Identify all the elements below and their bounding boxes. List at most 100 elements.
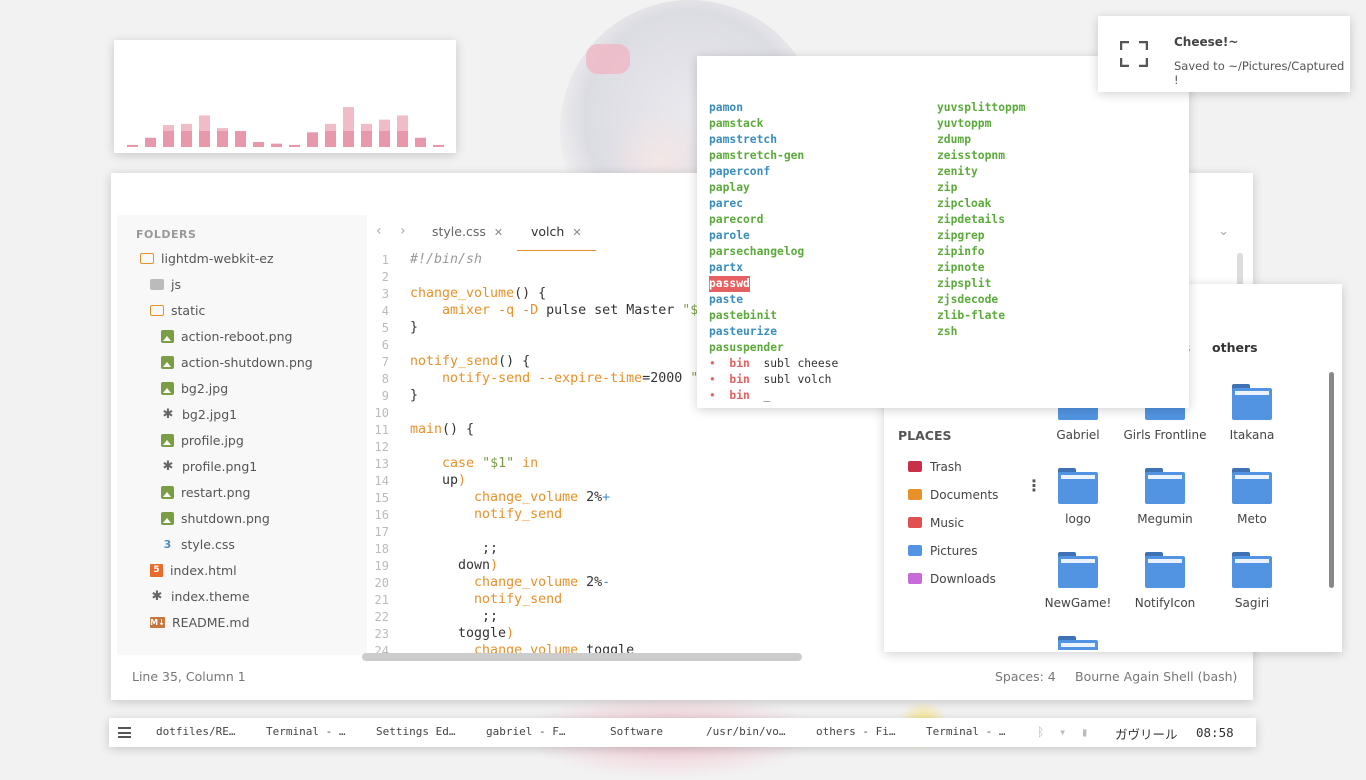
completion-entry[interactable]: zdump <box>937 132 971 148</box>
completion-entry[interactable]: zlib-flate <box>937 308 1005 324</box>
network-icon[interactable]: ▾ <box>1059 725 1066 739</box>
sidebar-item[interactable]: profile.jpg <box>161 430 244 452</box>
close-icon[interactable]: ✕ <box>572 226 581 239</box>
completion-entry[interactable]: parecord <box>709 212 763 228</box>
folder-item[interactable]: Megumin <box>1120 468 1210 526</box>
place-item[interactable]: Documents <box>908 485 998 505</box>
completion-entry[interactable]: zeisstopnm <box>937 148 1005 164</box>
chevron-left-icon[interactable]: ‹ <box>376 223 382 239</box>
taskbar-task[interactable]: Terminal - … <box>266 725 345 738</box>
visualizer-bar <box>127 144 138 147</box>
syntax-selector[interactable]: Bourne Again Shell (bash) <box>1075 669 1237 684</box>
folder-item[interactable]: Itakana <box>1207 384 1297 442</box>
completion-entry[interactable]: paplay <box>709 180 750 196</box>
taskbar-task[interactable]: gabriel - F… <box>486 725 565 738</box>
sidebar-item[interactable]: lightdm-webkit-ez <box>140 248 274 270</box>
taskbar-task[interactable]: Software <box>610 725 663 738</box>
completion-entry[interactable]: pasuspender <box>709 340 784 356</box>
folder-item[interactable]: NewGame! <box>1033 552 1123 610</box>
folder-item[interactable]: NotifyIcon <box>1120 552 1210 610</box>
sidebar-item[interactable]: ✱ index.theme <box>150 586 250 608</box>
code-line: change_volume 2%+ <box>474 490 611 505</box>
breadcrumb-current[interactable]: others <box>1212 340 1258 355</box>
sidebar-item[interactable]: action-reboot.png <box>161 326 292 348</box>
completion-entry[interactable]: paperconf <box>709 164 770 180</box>
place-label: Documents <box>930 488 999 502</box>
place-item[interactable]: Downloads <box>908 569 996 589</box>
completion-entry[interactable]: zipcloak <box>937 196 991 212</box>
battery-icon[interactable]: ▮ <box>1081 725 1088 739</box>
folder-item[interactable]: Meto <box>1207 468 1297 526</box>
completion-entry[interactable]: parec <box>709 196 743 212</box>
sidebar-item[interactable]: action-shutdown.png <box>161 352 313 374</box>
clock[interactable]: 08:58 <box>1196 725 1234 740</box>
place-item[interactable]: Pictures <box>908 541 978 561</box>
chevron-down-icon[interactable]: ⌄ <box>1218 224 1229 239</box>
sidebar-item[interactable]: 5 index.html <box>150 560 237 582</box>
sidebar-item[interactable]: static <box>150 300 205 322</box>
completion-entry[interactable]: paste <box>709 292 743 308</box>
sidebar-item[interactable]: ✱ profile.png1 <box>161 456 258 478</box>
code-line: } <box>410 388 419 403</box>
place-item[interactable]: Trash <box>908 457 962 477</box>
completion-entry[interactable]: pamstretch-gen <box>709 148 804 164</box>
completion-entry[interactable]: zipnote <box>937 260 985 276</box>
completion-entry[interactable]: zipgrep <box>937 228 985 244</box>
completion-entry[interactable]: zipsplit <box>937 276 991 292</box>
folder-item[interactable]: logo <box>1033 468 1123 526</box>
completion-entry[interactable]: pasteurize <box>709 324 777 340</box>
sidebar-item-label: README.md <box>172 615 250 630</box>
close-icon[interactable]: ✕ <box>494 226 503 239</box>
bluetooth-icon[interactable]: ᛒ <box>1037 725 1044 739</box>
completion-entry[interactable]: pamstack <box>709 116 763 132</box>
folder-item-partial[interactable] <box>1033 636 1123 650</box>
place-item[interactable]: Music <box>908 513 964 533</box>
sidebar-item[interactable]: js <box>150 274 181 296</box>
completion-entry[interactable]: zsh <box>937 324 957 340</box>
completion-entry[interactable]: zjsdecode <box>937 292 998 308</box>
completion-entry[interactable]: pastebinit <box>709 308 777 324</box>
prompt-command: subl cheese <box>763 357 839 370</box>
status-bar: Line 35, Column 1 Spaces: 4 Bourne Again… <box>117 655 1247 700</box>
completion-entry[interactable]: yuvtoppm <box>937 116 991 132</box>
folder-item[interactable]: Sagiri <box>1207 552 1297 610</box>
completion-entry[interactable]: parole <box>709 228 750 244</box>
indentation-setting[interactable]: Spaces: 4 <box>995 669 1056 684</box>
menu-icon[interactable] <box>118 727 131 738</box>
terminal-window[interactable]: pamon pamstack pamstretch pamstretch-gen pap… <box>697 56 1189 408</box>
tab-style-css[interactable]: style.css ✕ <box>418 215 517 250</box>
taskbar-task[interactable]: Settings Ed… <box>376 725 455 738</box>
notification-popup[interactable]: Cheese!~ Saved to ~/Pictures/Captured ! <box>1098 16 1350 92</box>
chevron-right-icon[interactable]: › <box>400 223 406 239</box>
taskbar-task[interactable]: Terminal - … <box>926 725 1005 738</box>
taskbar-task[interactable]: dotfiles/RE… <box>156 725 235 738</box>
sidebar-item[interactable]: shutdown.png <box>161 508 270 530</box>
sidebar-item[interactable]: ✱ bg2.jpg1 <box>161 404 238 426</box>
completion-entry[interactable]: pamon <box>709 100 743 116</box>
keyboard-layout-indicator[interactable]: ガヴリール <box>1115 724 1178 743</box>
visualizer-bar <box>415 137 426 147</box>
vertical-scrollbar[interactable] <box>1329 372 1334 588</box>
line-number: 9 <box>381 388 389 403</box>
sidebar-item[interactable]: M↓ README.md <box>150 612 250 634</box>
completion-entry[interactable]: pamstretch <box>709 132 777 148</box>
code-line: toggle) <box>410 626 515 641</box>
sidebar-item[interactable]: restart.png <box>161 482 250 504</box>
place-label: Trash <box>930 460 962 474</box>
taskbar-task[interactable]: others - Fi… <box>816 725 895 738</box>
completion-entry[interactable]: parsechangelog <box>709 244 804 260</box>
completion-entry[interactable]: yuvsplittoppm <box>937 100 1025 116</box>
completion-entry-selected[interactable]: passwd <box>709 276 750 292</box>
cursor-position[interactable]: Line 35, Column 1 <box>132 669 246 684</box>
tab-volch[interactable]: volch ✕ <box>517 215 596 251</box>
sidebar-item[interactable]: 3 style.css <box>161 534 235 556</box>
completion-entry[interactable]: zenity <box>937 164 978 180</box>
completion-entry[interactable]: zipinfo <box>937 244 985 260</box>
completion-entry[interactable]: partx <box>709 260 743 276</box>
sidebar-item[interactable]: bg2.jpg <box>161 378 228 400</box>
completion-entry[interactable]: zip <box>937 180 957 196</box>
completion-entry[interactable]: zipdetails <box>937 212 1005 228</box>
taskbar-task[interactable]: /usr/bin/vo… <box>706 725 785 738</box>
line-number: 8 <box>381 371 389 386</box>
folder-icon <box>1058 468 1098 504</box>
